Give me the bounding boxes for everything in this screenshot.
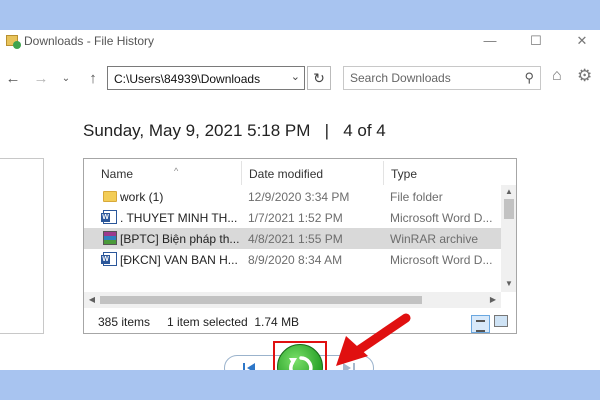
search-box[interactable]: ⚲ [343, 66, 541, 90]
file-type: Microsoft Word D... [390, 253, 493, 267]
file-type: Microsoft Word D... [390, 211, 493, 225]
back-arrow-icon[interactable]: ← [5, 70, 21, 88]
snapshot-position: 4 of 4 [343, 121, 386, 140]
column-header-name[interactable]: ^ Name [94, 159, 242, 185]
up-arrow-icon[interactable]: ↑ [85, 70, 101, 88]
red-pointer-arrow-icon [336, 313, 411, 366]
scroll-left-icon[interactable]: ◀ [84, 295, 100, 304]
column-header-type[interactable]: Type [384, 159, 501, 185]
status-bar: 385 items 1 item selected 1.74 MB [84, 309, 516, 333]
previous-snapshot-pane[interactable] [0, 158, 44, 334]
column-header-date[interactable]: Date modified [242, 159, 383, 185]
snapshot-separator: | [324, 121, 330, 140]
scroll-down-icon[interactable]: ▼ [501, 279, 516, 288]
file-type: File folder [390, 190, 443, 204]
word-document-icon [101, 252, 117, 266]
file-name: [ĐKCN] VAN BAN H... [120, 253, 238, 267]
scroll-right-icon[interactable]: ▶ [485, 295, 501, 304]
snapshot-date: Sunday, May 9, 2021 5:18 PM [83, 121, 311, 140]
refresh-button[interactable]: ↻ [307, 66, 331, 90]
file-history-window: Downloads - File History — ☐ ✕ ← → ⌄ ↑ C… [0, 30, 600, 370]
scroll-up-icon[interactable]: ▲ [501, 187, 516, 196]
title-bar: Downloads - File History — ☐ ✕ [0, 30, 600, 54]
forward-arrow-icon[interactable]: → [33, 70, 49, 88]
search-input[interactable] [350, 71, 510, 85]
winrar-archive-icon [103, 231, 117, 245]
vertical-scroll-thumb[interactable] [504, 199, 514, 219]
home-icon[interactable]: ⌂ [552, 67, 562, 85]
file-row-selected[interactable]: [BPTC] Biện pháp th... 4/8/2021 1:55 PM … [84, 228, 501, 249]
word-document-icon [101, 210, 117, 224]
sort-ascending-icon: ^ [174, 166, 179, 176]
address-bar[interactable]: C:\Users\84939\Downloads ⌄ [107, 66, 305, 90]
file-name: [BPTC] Biện pháp th... [120, 232, 240, 246]
large-icons-view-icon[interactable] [494, 315, 508, 327]
address-dropdown-icon[interactable]: ⌄ [291, 70, 300, 83]
refresh-icon: ↻ [313, 70, 325, 86]
file-row[interactable]: work (1) 12/9/2020 3:34 PM File folder [84, 186, 501, 207]
file-date: 8/9/2020 8:34 AM [248, 253, 343, 267]
maximize-button[interactable]: ☐ [526, 32, 546, 50]
close-button[interactable]: ✕ [572, 32, 592, 50]
horizontal-scrollbar[interactable]: ◀ ▶ [84, 292, 501, 308]
folder-icon [103, 191, 117, 202]
recent-locations-chevron-icon[interactable]: ⌄ [58, 70, 74, 88]
file-date: 4/8/2021 1:55 PM [248, 232, 343, 246]
file-date: 1/7/2021 1:52 PM [248, 211, 343, 225]
search-icon[interactable]: ⚲ [524, 70, 534, 86]
file-date: 12/9/2020 3:34 PM [248, 190, 350, 204]
file-name: work (1) [120, 190, 164, 204]
window-title: Downloads - File History [24, 34, 155, 48]
gear-icon[interactable]: ⚙ [577, 66, 592, 86]
horizontal-scroll-thumb[interactable] [100, 296, 422, 304]
snapshot-heading: Sunday, May 9, 2021 5:18 PM | 4 of 4 [83, 121, 386, 141]
minimize-button[interactable]: — [480, 32, 500, 50]
restore-icon [289, 356, 313, 370]
file-list-pane: ^ Name Date modified Type work (1) 12/9/… [83, 158, 517, 334]
file-name: . THUYET MINH TH... [120, 211, 238, 225]
vertical-scrollbar[interactable]: ▲ ▼ [501, 185, 516, 292]
selection-info: 1 item selected 1.74 MB [167, 315, 300, 329]
file-row[interactable]: [ĐKCN] VAN BAN H... 8/9/2020 8:34 AM Mic… [84, 249, 501, 270]
details-view-icon[interactable] [471, 315, 490, 333]
file-history-app-icon [6, 35, 21, 49]
file-type: WinRAR archive [390, 232, 479, 246]
item-count: 385 items [98, 315, 151, 329]
previous-version-icon[interactable] [240, 360, 258, 370]
file-row[interactable]: . THUYET MINH TH... 1/7/2021 1:52 PM Mic… [84, 207, 501, 228]
address-path: C:\Users\84939\Downloads [114, 72, 261, 86]
